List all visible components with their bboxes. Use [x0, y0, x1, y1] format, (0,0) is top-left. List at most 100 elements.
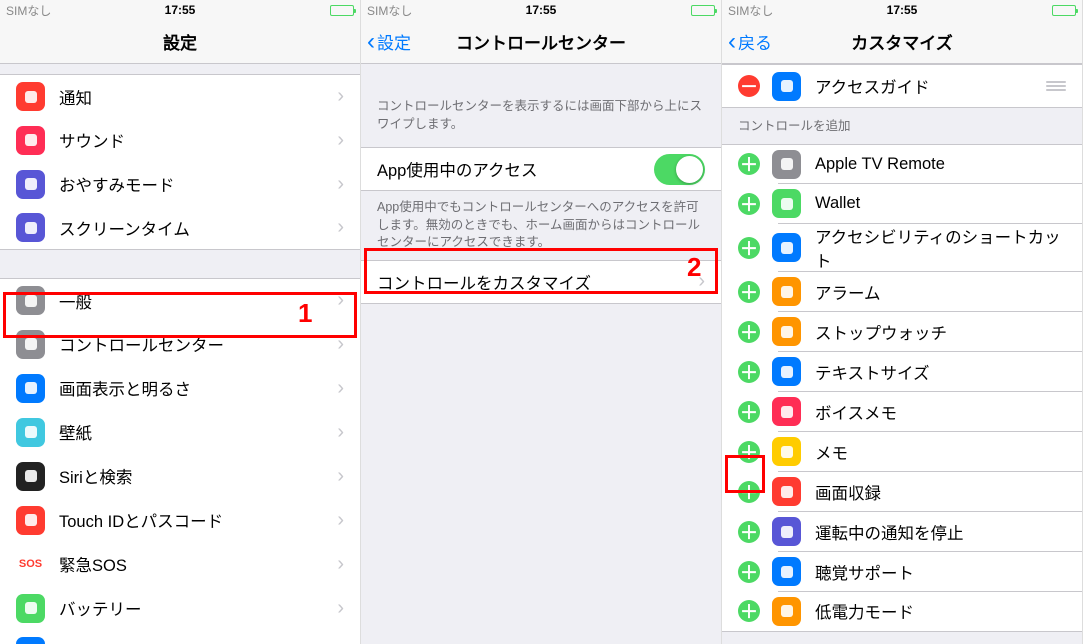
section-description: コントロールセンターを表示するには画面下部から上にスワイプします。	[361, 64, 721, 147]
add-button[interactable]: ＋	[738, 361, 760, 383]
back-button[interactable]: ‹ 設定	[367, 29, 411, 54]
add-control-row[interactable]: ＋ Wallet	[722, 184, 1082, 224]
screen-settings: SIMなし 17:55 設定 通知›サウンド›おやすみモード›スクリーンタイム›…	[0, 0, 361, 644]
add-control-row[interactable]: ＋アクセシビリティのショートカット	[722, 224, 1082, 272]
app-icon	[16, 126, 45, 155]
cell-label: コントロールセンター	[59, 332, 337, 356]
row-app-access[interactable]: App使用中のアクセス	[361, 147, 721, 191]
app-icon	[772, 557, 801, 586]
list-item[interactable]: バッテリー›	[0, 586, 360, 630]
cell-label: おやすみモード	[59, 172, 337, 196]
cell-label: Wallet	[815, 194, 1066, 213]
app-icon	[772, 233, 801, 262]
list-item[interactable]: 通知›	[0, 74, 360, 118]
toggle-switch[interactable]	[654, 154, 705, 185]
chevron-right-icon: ›	[337, 129, 344, 152]
back-label: 戻る	[738, 29, 772, 54]
app-icon	[16, 374, 45, 403]
cell-label: アクセスガイド	[815, 74, 1046, 98]
add-control-row[interactable]: ＋聴覚サポート	[722, 552, 1082, 592]
add-button[interactable]: ＋	[738, 481, 760, 503]
add-control-row[interactable]: ＋テキストサイズ	[722, 352, 1082, 392]
status-bar: SIMなし 17:55	[722, 0, 1082, 20]
add-button[interactable]: ＋	[738, 281, 760, 303]
cell-label: 画面表示と明るさ	[59, 376, 337, 400]
chevron-right-icon: ›	[337, 597, 344, 620]
add-button[interactable]: ＋	[738, 237, 760, 259]
add-control-row[interactable]: ＋Apple TV Remote	[722, 144, 1082, 184]
carrier-label: SIMなし	[728, 2, 773, 19]
add-control-row[interactable]: ＋メモ	[722, 432, 1082, 472]
carrier-label: SIMなし	[6, 2, 51, 19]
chevron-left-icon: ‹	[367, 30, 375, 54]
cell-label: ボイスメモ	[815, 400, 1066, 424]
app-icon	[16, 418, 45, 447]
nav-bar: ‹ 戻る カスタマイズ	[722, 20, 1082, 64]
app-icon	[772, 72, 801, 101]
included-control-row[interactable]: － アクセスガイド	[722, 64, 1082, 108]
customize-list[interactable]: －アクセスガイド コントロールを追加 ＋Apple TV Remote＋Wall…	[722, 64, 1082, 644]
add-control-row[interactable]: ＋低電力モード	[722, 592, 1082, 632]
battery-icon	[330, 5, 354, 16]
add-button[interactable]: ＋	[738, 521, 760, 543]
add-button[interactable]: ＋	[738, 600, 760, 622]
cell-label: バッテリー	[59, 596, 337, 620]
add-button[interactable]: ＋	[738, 153, 760, 175]
add-button[interactable]: ＋	[738, 441, 760, 463]
screen-control-center: SIMなし 17:55 ‹ 設定 コントロールセンター コントロールセンターを表…	[361, 0, 722, 644]
app-icon	[16, 506, 45, 535]
add-button[interactable]: ＋	[738, 561, 760, 583]
chevron-right-icon: ›	[337, 216, 344, 239]
list-item[interactable]: サウンド›	[0, 118, 360, 162]
back-label: 設定	[377, 29, 411, 54]
list-item[interactable]: おやすみモード›	[0, 162, 360, 206]
chevron-right-icon: ›	[337, 85, 344, 108]
control-center-list[interactable]: コントロールセンターを表示するには画面下部から上にスワイプします。 App使用中…	[361, 64, 721, 644]
add-control-row[interactable]: ＋ ボイスメモ	[722, 392, 1082, 432]
list-item[interactable]: Siriと検索›	[0, 454, 360, 498]
chevron-right-icon: ›	[337, 173, 344, 196]
add-control-row[interactable]: ＋画面収録	[722, 472, 1082, 512]
add-control-row[interactable]: ＋ アラーム	[722, 272, 1082, 312]
chevron-right-icon: ›	[337, 640, 344, 644]
list-item[interactable]: Touch IDとパスコード›	[0, 498, 360, 542]
cell-label: 壁紙	[59, 420, 337, 444]
time-label: 17:55	[526, 3, 557, 17]
app-icon	[772, 437, 801, 466]
chevron-right-icon: ›	[337, 465, 344, 488]
add-button[interactable]: ＋	[738, 193, 760, 215]
cell-label: 運転中の通知を停止	[815, 520, 1066, 544]
nav-bar: ‹ 設定 コントロールセンター	[361, 20, 721, 64]
app-icon	[772, 597, 801, 626]
list-item[interactable]: スクリーンタイム›	[0, 206, 360, 250]
app-icon: SOS	[16, 550, 45, 579]
chevron-right-icon: ›	[337, 509, 344, 532]
battery-icon	[1052, 5, 1076, 16]
app-icon	[772, 189, 801, 218]
remove-button[interactable]: －	[738, 75, 760, 97]
list-item[interactable]: プライバシー›	[0, 630, 360, 644]
list-item[interactable]: SOS緊急SOS›	[0, 542, 360, 586]
nav-bar: 設定	[0, 20, 360, 64]
settings-list[interactable]: 通知›サウンド›おやすみモード›スクリーンタイム› 一般›コントロールセンター›…	[0, 64, 360, 644]
app-icon	[772, 477, 801, 506]
add-control-row[interactable]: ＋ストップウォッチ	[722, 312, 1082, 352]
cell-label: Siriと検索	[59, 464, 337, 488]
back-button[interactable]: ‹ 戻る	[728, 29, 772, 54]
cell-label: スクリーンタイム	[59, 216, 337, 240]
add-button[interactable]: ＋	[738, 321, 760, 343]
add-control-row[interactable]: ＋ 運転中の通知を停止	[722, 512, 1082, 552]
cell-label: アラーム	[815, 280, 1066, 304]
chevron-left-icon: ‹	[728, 30, 736, 54]
list-item[interactable]: 壁紙›	[0, 410, 360, 454]
app-icon	[16, 330, 45, 359]
app-icon	[772, 397, 801, 426]
app-icon	[772, 357, 801, 386]
drag-handle-icon[interactable]	[1046, 81, 1066, 91]
add-button[interactable]: ＋	[738, 401, 760, 423]
screen-customize: SIMなし 17:55 ‹ 戻る カスタマイズ －アクセスガイド コントロールを…	[722, 0, 1083, 644]
app-icon	[772, 150, 801, 179]
chevron-right-icon: ›	[337, 377, 344, 400]
list-item[interactable]: 画面表示と明るさ›	[0, 366, 360, 410]
row-customize-controls[interactable]: コントロールをカスタマイズ ›	[361, 260, 721, 304]
